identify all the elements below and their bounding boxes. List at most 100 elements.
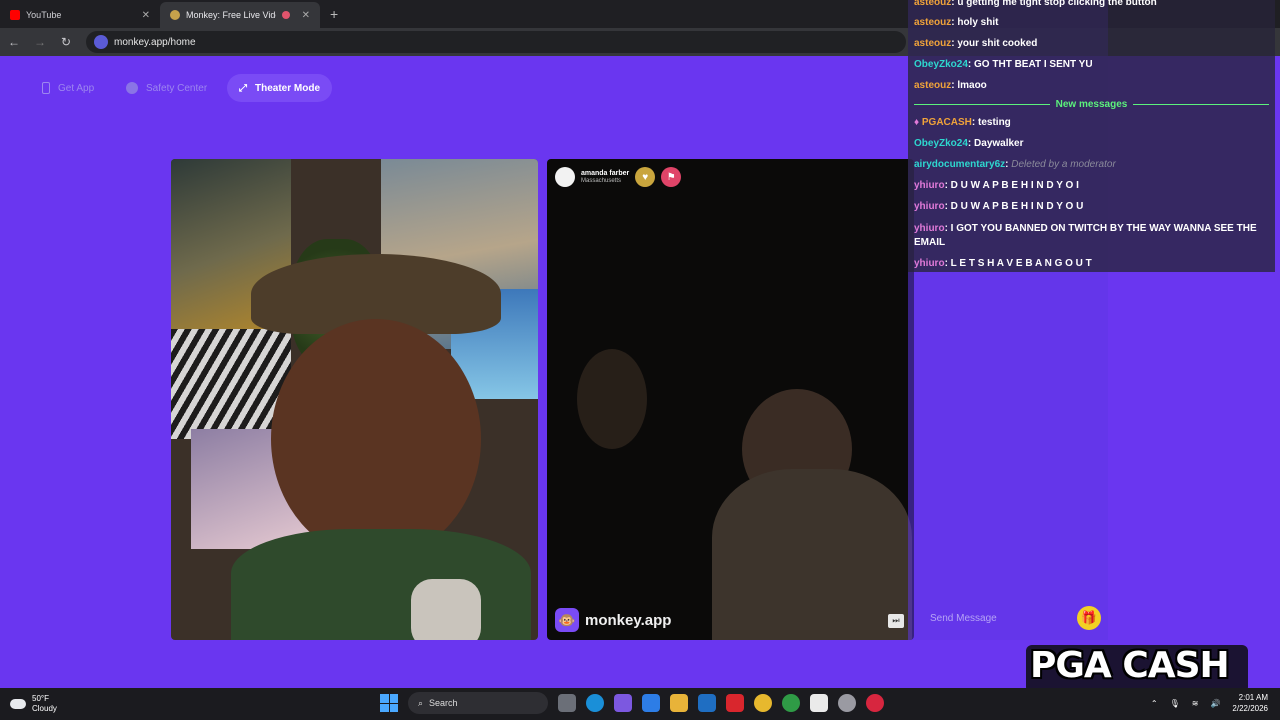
edge-icon[interactable] [586, 694, 604, 712]
chat-message: asteouz: u getting me tight stop clickin… [914, 0, 1269, 10]
youtube-icon [10, 10, 20, 20]
system-tray: ⌃ 🎙 ≋ 🔊 2:01 AM 2/22/2026 [1151, 692, 1268, 714]
remote-user-text: amanda farber Massachusetts [581, 170, 629, 184]
chat-message: ♦ PGACASH: testing [914, 117, 1011, 128]
windows-start-icon[interactable] [380, 694, 398, 712]
capcut-icon[interactable] [810, 694, 828, 712]
tab-title: YouTube [26, 10, 62, 20]
chat-message: ObeyZko24: Daywalker [914, 138, 1024, 149]
microphone-icon[interactable]: 🎙 [1170, 699, 1180, 708]
chat-message: yhiuro: L E T S H A V E B A N G O U T [914, 258, 1092, 269]
weather-temp: 50°F [32, 694, 49, 703]
send-message-placeholder: Send Message [930, 612, 997, 624]
brand-watermark: 🐵 monkey.app [555, 608, 671, 632]
chat-username: yhiuro [914, 180, 945, 191]
chat-username: asteouz [914, 0, 952, 8]
chat-text: u getting me tight stop clicking the but… [957, 0, 1157, 8]
weather-text: 50°F Cloudy [32, 694, 57, 714]
chat-message: yhiuro: D U W A P B E H I N D Y O U [914, 201, 1084, 212]
wifi-icon[interactable]: ≋ [1192, 699, 1199, 708]
chat-message: asteouz: holy shit [914, 17, 999, 28]
theater-mode-button[interactable]: ⤢ Theater Mode [227, 74, 333, 102]
close-icon[interactable]: ✕ [142, 10, 150, 21]
local-video [171, 159, 538, 640]
safety-center-label: Safety Center [146, 82, 208, 94]
shield-icon [126, 82, 138, 94]
reload-icon[interactable]: ↻ [60, 35, 72, 49]
url-field[interactable]: monkey.app/home [86, 31, 906, 53]
chat-username: ObeyZko24 [914, 138, 968, 149]
theater-mode-label: Theater Mode [255, 82, 321, 94]
chat-username: yhiuro [914, 223, 945, 234]
skip-icon[interactable]: ⏭ [888, 614, 904, 628]
close-icon[interactable]: ✕ [302, 10, 310, 21]
chat-text: your shit cooked [957, 38, 1038, 49]
get-app-label: Get App [58, 82, 95, 94]
monkey-icon [170, 10, 180, 20]
new-messages-label: New messages [1055, 98, 1128, 110]
store-icon[interactable] [642, 694, 660, 712]
shirt [712, 469, 912, 640]
search-label: Search [429, 698, 458, 708]
pga-cash-logo: PGA CASH [1030, 645, 1230, 686]
hoodie [231, 529, 531, 640]
cloud-icon [10, 699, 26, 709]
chat-message: yhiuro: D U W A P B E H I N D Y O I [914, 180, 1079, 191]
person [577, 349, 647, 449]
chat-text: holy shit [957, 17, 999, 28]
safety-center-button[interactable]: Safety Center [114, 74, 219, 102]
back-icon[interactable]: ← [8, 35, 20, 49]
task-view-icon[interactable] [558, 694, 576, 712]
chat-username: PGACASH [921, 117, 972, 128]
chat-username: asteouz [914, 80, 952, 91]
tab-youtube[interactable]: YouTube ✕ [0, 2, 160, 28]
obs-icon[interactable] [838, 694, 856, 712]
brand-label: monkey.app [585, 611, 672, 629]
xbox-icon[interactable] [782, 694, 800, 712]
remote-video: amanda farber Massachusetts ♥ ⚑ 🐵 monkey… [547, 159, 914, 640]
get-app-button[interactable]: Get App [30, 74, 106, 102]
chat-text: testing [978, 117, 1011, 128]
mail-icon[interactable] [698, 694, 716, 712]
remote-user-info: amanda farber Massachusetts ♥ ⚑ [555, 167, 682, 187]
weather-widget[interactable]: 50°F Cloudy [10, 694, 57, 714]
microphone [411, 579, 481, 640]
chevron-up-icon[interactable]: ⌃ [1151, 699, 1158, 708]
windows-taskbar: 50°F Cloudy ⌕ Search ⌃ 🎙 ≋ 🔊 2:01 AM 2/2… [0, 688, 1280, 720]
taskbar-apps: ⌕ Search [380, 692, 884, 714]
chat-username: yhiuro [914, 201, 945, 212]
clock-time: 2:01 AM [1238, 693, 1268, 702]
chat-message: yhiuro: I GOT YOU BANNED ON TWITCH BY TH… [914, 223, 1257, 248]
weather-desc: Cloudy [32, 704, 57, 713]
tab-title: Monkey: Free Live Video Ch [186, 10, 276, 20]
divider-line [1133, 103, 1269, 105]
search-icon: ⌕ [418, 697, 424, 708]
new-tab-button[interactable]: + [320, 6, 348, 28]
chrome-icon[interactable] [754, 694, 772, 712]
gift-icon[interactable]: 🎁 [1077, 606, 1101, 630]
monkey-logo-icon: 🐵 [555, 608, 579, 632]
app-cc-icon[interactable] [866, 694, 884, 712]
app-l-icon[interactable] [726, 694, 744, 712]
heart-icon[interactable]: ♥ [635, 167, 656, 187]
chat-text: lmaoo [957, 80, 987, 91]
site-info-icon[interactable] [94, 35, 108, 49]
tab-monkey[interactable]: Monkey: Free Live Video Ch ✕ [160, 2, 320, 28]
chat-text: L E T S H A V E B A N G O U T [950, 258, 1092, 269]
chat-username: yhiuro [914, 258, 945, 269]
chat-text: D U W A P B E H I N D Y O U [950, 201, 1084, 212]
crown-icon: ♦ [914, 117, 922, 128]
file-explorer-icon[interactable] [670, 694, 688, 712]
avatar [555, 167, 575, 187]
forward-icon[interactable]: → [34, 35, 46, 49]
chat-text: GO THT BEAT I SENT YU [974, 59, 1093, 70]
flag-icon[interactable]: ⚑ [661, 167, 682, 187]
chat-text-deleted: Deleted by a moderator [1011, 159, 1116, 170]
clock-date: 2/22/2026 [1232, 704, 1268, 713]
taskbar-clock[interactable]: 2:01 AM 2/22/2026 [1232, 692, 1268, 714]
taskbar-search[interactable]: ⌕ Search [408, 692, 548, 714]
chat-username: ObeyZko24 [914, 59, 968, 70]
copilot-icon[interactable] [614, 694, 632, 712]
divider-line [914, 103, 1050, 105]
volume-icon[interactable]: 🔊 [1210, 699, 1220, 708]
